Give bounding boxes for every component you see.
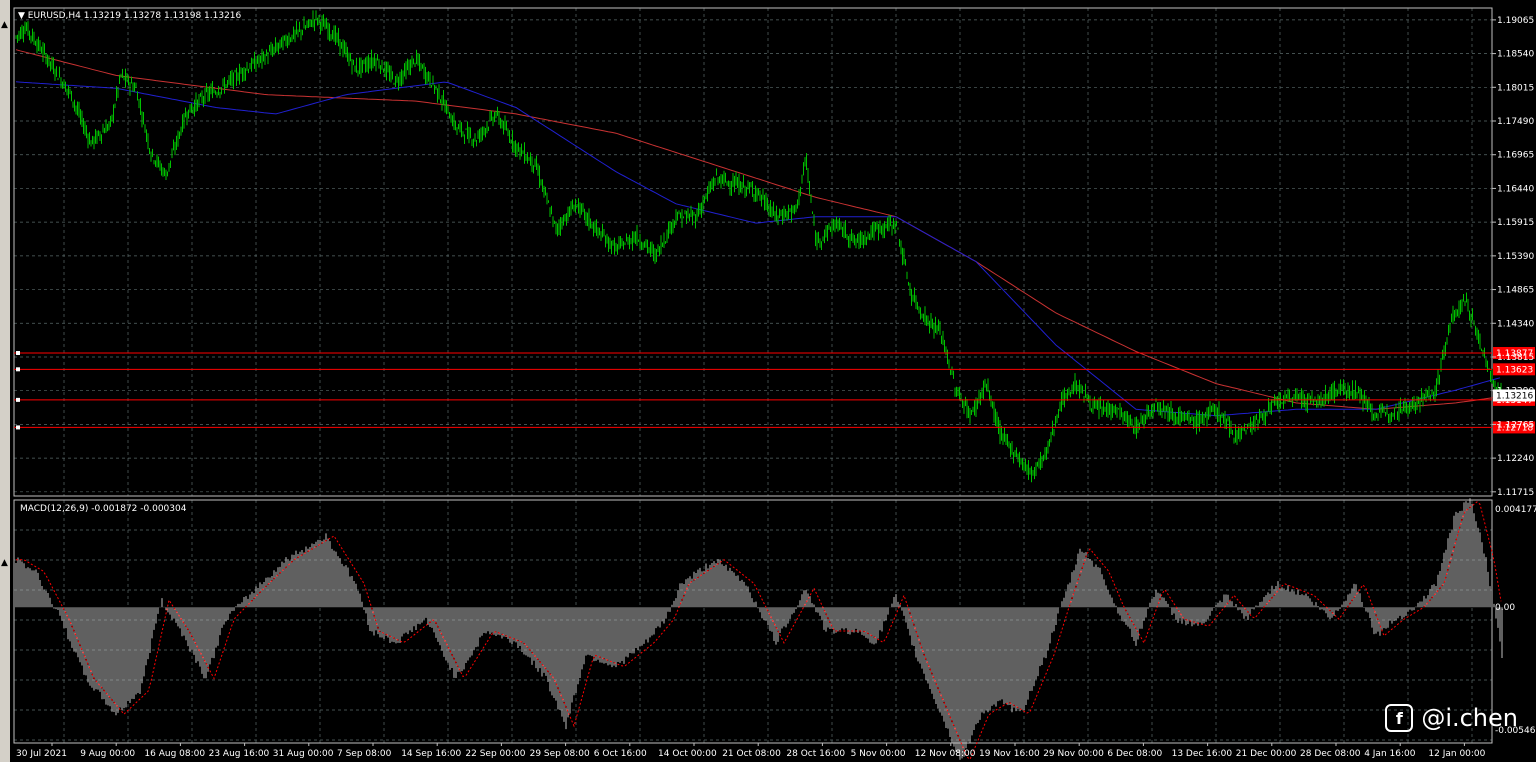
grid-lines [14, 8, 1492, 743]
level-handle [16, 367, 20, 372]
price-tick-label: 1.11715 [1497, 488, 1534, 498]
time-tick-label: 30 Jul 2021 [16, 749, 67, 759]
chart-window[interactable]: ▲ ▲ 1.138771.136231.131471.12718 1.19065… [0, 0, 1536, 762]
price-tick-label: 1.16965 [1497, 151, 1534, 161]
symbol-header[interactable]: ▼ EURUSD,H4 1.13219 1.13278 1.13198 1.13… [18, 11, 241, 21]
time-tick-label: 22 Sep 00:00 [465, 749, 525, 759]
price-tick-label: 1.13815 [1497, 353, 1534, 363]
macd-axis-label: 0.00 [1495, 603, 1515, 613]
macd-histogram [15, 498, 1503, 760]
macd-axis-label: 0.004177 [1495, 505, 1536, 515]
price-tick-label: 1.12240 [1497, 454, 1534, 464]
level-handle [16, 397, 20, 402]
time-tick-label: 14 Oct 00:00 [658, 749, 717, 759]
current-price-text: 1.13216 [1496, 391, 1533, 401]
moving-average-fast [15, 81, 1501, 417]
time-tick-label: 21 Dec 00:00 [1236, 749, 1297, 759]
price-tick-label: 1.18015 [1497, 83, 1534, 93]
price-tick-label: 1.15390 [1497, 252, 1534, 262]
time-tick-label: 29 Sep 08:00 [530, 749, 590, 759]
moving-average-slow [15, 49, 1501, 410]
horizontal-levels: 1.138771.136231.131471.12718 [14, 347, 1535, 434]
time-tick-label: 6 Oct 16:00 [594, 749, 647, 759]
price-tick-label: 1.19065 [1497, 16, 1534, 26]
time-tick-label: 4 Jan 16:00 [1364, 749, 1416, 759]
panel-frames [13, 7, 1493, 744]
time-tick-label: 28 Oct 16:00 [786, 749, 845, 759]
price-tick-label: 1.16440 [1497, 184, 1534, 194]
symbol-name: EURUSD,H4 [27, 11, 81, 21]
ohlc-quote: 1.13219 1.13278 1.13198 1.13216 [83, 11, 242, 21]
macd-signal-line [16, 501, 1502, 761]
chart-canvas[interactable]: 1.138771.136231.131471.12718 1.19065 1.18… [0, 0, 1536, 762]
price-tick-label: 1.12765 [1497, 420, 1534, 430]
level-price-text: 1.13623 [1496, 365, 1533, 375]
triangle-down-icon[interactable]: ▼ [18, 11, 25, 21]
time-tick-label: 14 Sep 16:00 [401, 749, 461, 759]
watermark: f @i.chen [1385, 704, 1518, 732]
macd-label: MACD(12,26,9) -0.001872 -0.000304 [20, 504, 187, 514]
time-tick-label: 29 Nov 00:00 [1043, 749, 1104, 759]
price-tick-label: 1.14865 [1497, 286, 1534, 296]
level-handle [16, 351, 20, 356]
time-tick-label: 13 Dec 16:00 [1172, 749, 1233, 759]
time-tick-label: 31 Aug 00:00 [273, 749, 334, 759]
axes: 1.19065 1.18540 1.18015 1.17490 1.16965 1.164… [16, 16, 1536, 759]
time-tick-label: 12 Nov 08:00 [915, 749, 976, 759]
watermark-logo-icon: f [1385, 704, 1414, 732]
time-tick-label: 16 Aug 08:00 [144, 749, 205, 759]
time-tick-label: 19 Nov 16:00 [979, 749, 1040, 759]
time-tick-label: 6 Dec 08:00 [1107, 749, 1162, 759]
price-tick-label: 1.15915 [1497, 218, 1534, 228]
ma-slow-line [15, 49, 1501, 410]
price-candles [15, 10, 1502, 483]
time-tick-label: 7 Sep 08:00 [337, 749, 392, 759]
time-tick-label: 28 Dec 08:00 [1300, 749, 1361, 759]
level-handle [16, 425, 20, 430]
time-tick-label: 21 Oct 08:00 [722, 749, 781, 759]
time-tick-label: 9 Aug 00:00 [80, 749, 135, 759]
price-tick-label: 1.18540 [1497, 50, 1534, 60]
ma-fast-line [15, 81, 1501, 417]
time-tick-label: 5 Nov 00:00 [851, 749, 906, 759]
macd-signal [16, 501, 1502, 761]
price-panel-frame [13, 7, 1493, 497]
time-tick-label: 23 Aug 16:00 [209, 749, 270, 759]
macd-panel-frame [13, 499, 1493, 744]
time-tick-label: 12 Jan 00:00 [1428, 749, 1485, 759]
price-tick-label: 1.14340 [1497, 319, 1534, 329]
price-tick-label: 1.17490 [1497, 117, 1534, 127]
